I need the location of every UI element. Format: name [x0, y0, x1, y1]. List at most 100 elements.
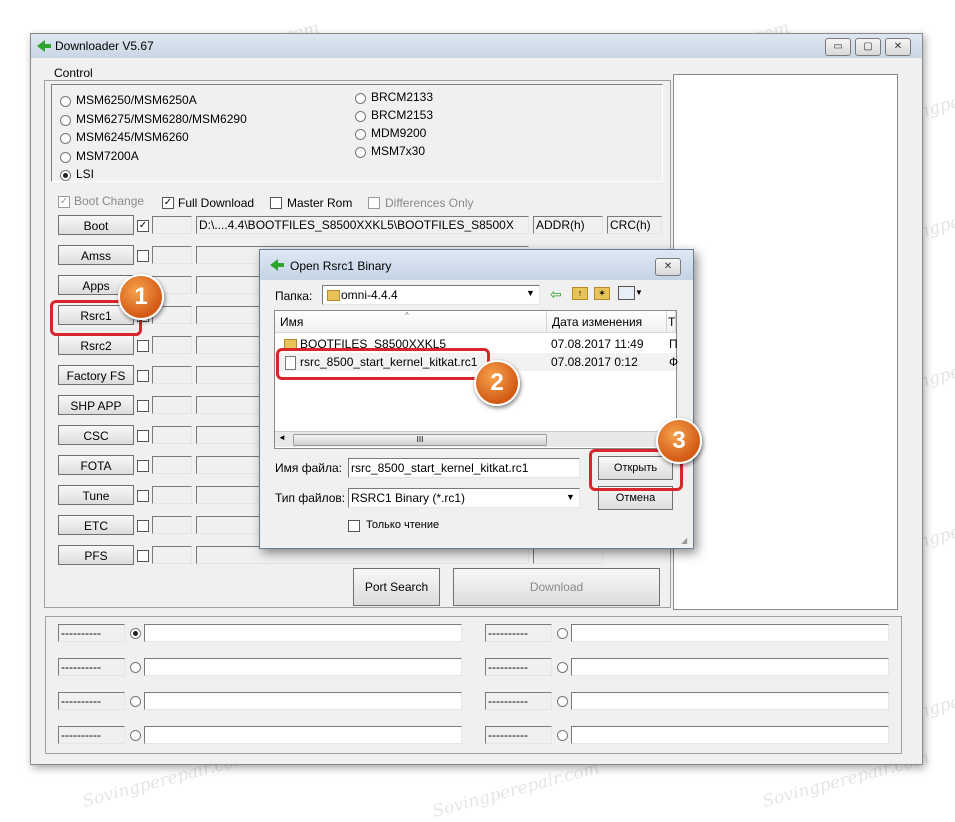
port-search-button[interactable]: Port Search [353, 568, 440, 606]
boot-change-checkbox[interactable]: ✓ [58, 196, 70, 208]
master-rom-checkbox[interactable] [270, 197, 282, 209]
chipset-radio[interactable] [355, 93, 366, 104]
up-folder-icon[interactable]: ↑ [572, 287, 588, 300]
binary-button-pfs[interactable]: PFS [58, 545, 134, 565]
binary-checkbox[interactable] [137, 520, 149, 532]
binary-button-csc[interactable]: CSC [58, 425, 134, 445]
binary-button-amss[interactable]: Amss [58, 245, 134, 265]
minimize-button[interactable]: ▭ [825, 38, 851, 56]
binary-checkbox[interactable] [137, 430, 149, 442]
chipset-radio[interactable] [355, 129, 366, 140]
chipset-radio-label: BRCM2153 [371, 108, 434, 122]
binary-size-field [152, 246, 192, 264]
type-column-header[interactable]: Т [667, 311, 676, 333]
file-type: Ф [669, 355, 679, 369]
binary-button-factory-fs[interactable]: Factory FS [58, 365, 134, 385]
dialog-title: Open Rsrc1 Binary [290, 259, 392, 273]
view-menu-icon[interactable] [618, 286, 635, 300]
date-column-header[interactable]: Дата изменения [547, 311, 667, 333]
port-status-field [144, 624, 462, 642]
chipset-radio[interactable] [60, 133, 71, 144]
binary-checkbox[interactable] [137, 250, 149, 262]
port-name-field: ---------- [58, 692, 125, 710]
filetype-select[interactable]: RSRC1 Binary (*.rc1) [348, 488, 580, 508]
scroll-left-icon[interactable]: ◄ [278, 433, 286, 442]
binary-button-etc[interactable]: ETC [58, 515, 134, 535]
window-title: Downloader V5.67 [55, 39, 154, 53]
view-menu-chevron-icon[interactable]: ▼ [635, 288, 643, 297]
chipset-radio[interactable] [60, 114, 71, 126]
selected-file-highlight [276, 348, 490, 380]
chipset-radio[interactable] [355, 111, 366, 122]
binary-size-field [152, 396, 192, 414]
chipset-radio[interactable] [60, 151, 71, 163]
port-radio[interactable] [557, 696, 568, 707]
addr-field: ADDR(h) [533, 216, 603, 234]
boot-change-label: Boot Change [74, 194, 145, 208]
binary-path-field[interactable]: D:\....4.4\BOOTFILES_S8500XXKL5\BOOTFILE… [196, 216, 529, 234]
chipset-radio-label: MDM9200 [371, 126, 427, 140]
readonly-label: Только чтение [366, 519, 440, 531]
port-radio[interactable] [557, 628, 568, 639]
folder-label: Папка: [275, 289, 313, 303]
port-status-field [144, 726, 462, 744]
download-button[interactable]: Download [453, 568, 660, 606]
port-radio[interactable] [557, 730, 568, 741]
dialog-arrow-icon [270, 259, 284, 271]
chevron-down-icon[interactable]: ▼ [526, 288, 535, 298]
port-radio[interactable] [130, 696, 141, 707]
scroll-thumb[interactable]: III [293, 434, 547, 446]
back-icon[interactable]: ⇦ [550, 286, 562, 303]
binary-button-shp-app[interactable]: SHP APP [58, 395, 134, 415]
file-date: 07.08.2017 11:49 [551, 337, 644, 351]
binary-checkbox[interactable] [137, 370, 149, 382]
resize-grip-icon[interactable]: ◢ [681, 536, 687, 545]
binary-button-rsrc2[interactable]: Rsrc2 [58, 335, 134, 355]
dialog-close-button[interactable]: ✕ [655, 258, 681, 276]
filetype-chevron-icon[interactable]: ▼ [566, 492, 575, 502]
port-name-field: ---------- [485, 658, 552, 676]
binary-checkbox[interactable] [137, 400, 149, 412]
binary-checkbox[interactable]: ✓ [137, 220, 149, 232]
binary-checkbox[interactable] [137, 460, 149, 472]
port-name-field: ---------- [485, 692, 552, 710]
port-radio[interactable] [130, 730, 141, 741]
readonly-checkbox[interactable] [348, 520, 360, 532]
binary-size-field [152, 546, 192, 564]
binary-checkbox[interactable] [137, 340, 149, 352]
port-radio[interactable] [130, 662, 141, 673]
port-status-field [571, 624, 889, 642]
callout-step-1: 1 [118, 274, 164, 320]
filename-input[interactable]: rsrc_8500_start_kernel_kitkat.rc1 [348, 458, 580, 478]
differences-only-checkbox[interactable] [368, 197, 380, 209]
control-legend: Control [52, 66, 95, 80]
full-download-checkbox[interactable]: ✓ [162, 197, 174, 209]
chipset-radio-label: MSM6275/MSM6280/MSM6290 [76, 111, 247, 126]
chipset-radio[interactable] [355, 147, 366, 158]
binary-button-fota[interactable]: FOTA [58, 455, 134, 475]
binary-checkbox[interactable] [137, 550, 149, 562]
chipset-radio[interactable] [60, 96, 71, 107]
binary-size-field [152, 426, 192, 444]
port-status-field [571, 658, 889, 676]
binary-size-field [152, 336, 192, 354]
binary-button-tune[interactable]: Tune [58, 485, 134, 505]
new-folder-icon[interactable]: ✶ [594, 287, 610, 300]
chipset-radio-label: MSM7x30 [371, 144, 426, 158]
log-panel[interactable] [673, 74, 898, 610]
port-name-field: ---------- [58, 726, 125, 744]
binary-button-boot[interactable]: Boot [58, 215, 134, 235]
close-button[interactable]: ✕ [885, 38, 911, 56]
chipset-radio-label: LSI [76, 167, 95, 181]
maximize-button[interactable]: ▢ [855, 38, 881, 56]
chipset-radio[interactable] [60, 170, 71, 181]
differences-only-label: Differences Only [385, 196, 474, 210]
binary-checkbox[interactable] [137, 490, 149, 502]
folder-select[interactable]: omni-4.4.4 [322, 285, 540, 305]
name-column-header[interactable]: Имя [275, 311, 547, 333]
port-status-field [144, 658, 462, 676]
port-radio[interactable] [557, 662, 568, 673]
port-name-field: ---------- [485, 624, 552, 642]
horizontal-scrollbar[interactable]: ◄ III [275, 431, 676, 447]
port-radio[interactable] [130, 628, 141, 639]
